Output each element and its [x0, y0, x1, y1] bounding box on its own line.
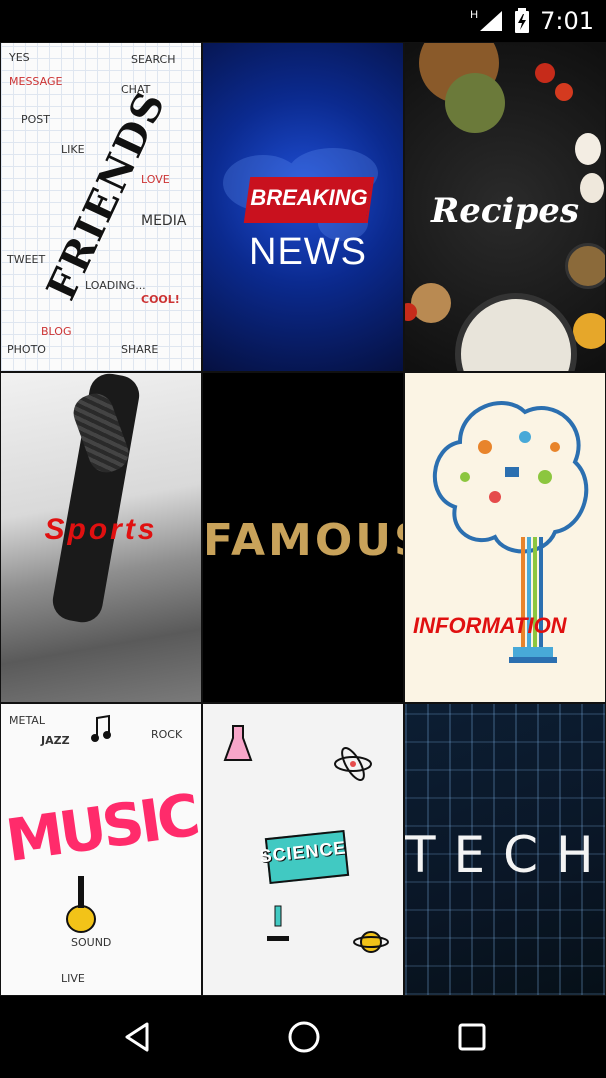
status-bar: H 7:01	[0, 0, 606, 42]
tile-friends[interactable]: YES MESSAGE CHAT SEARCH POST LIKE MEDIA …	[0, 42, 202, 372]
doodle-text: SHARE	[121, 343, 159, 356]
doodle-text: BLOG	[41, 325, 72, 338]
doodle-text: LOADING...	[85, 279, 146, 292]
yolk-bowl-graphic	[573, 313, 605, 349]
back-button[interactable]	[112, 1012, 162, 1062]
spice-bowl-graphic	[411, 283, 451, 323]
home-icon	[288, 1021, 320, 1053]
doodle-text: SEARCH	[131, 53, 176, 66]
spice-bowl-graphic	[565, 243, 605, 289]
atom-icon	[334, 747, 372, 781]
music-note-icon	[91, 714, 111, 742]
tile-recipes[interactable]: Recipes	[404, 42, 606, 372]
tomato-graphic	[535, 63, 555, 83]
battery-charging-icon	[515, 8, 530, 33]
doodle-text: YES	[9, 51, 30, 64]
doodle-text: METAL	[9, 714, 45, 727]
tomato-graphic	[555, 83, 573, 101]
doodle-text: MEDIA	[141, 213, 187, 229]
tile-information-label: INFORMATION	[413, 613, 567, 638]
back-icon	[125, 1022, 149, 1052]
planet-icon	[353, 931, 389, 953]
guitar-icon	[66, 876, 96, 933]
category-grid: YES MESSAGE CHAT SEARCH POST LIKE MEDIA …	[0, 42, 606, 996]
tile-news-label-news: NEWS	[249, 231, 367, 273]
tomato-graphic	[405, 303, 417, 321]
microscope-icon	[267, 905, 289, 941]
doodle-text: PHOTO	[7, 343, 46, 356]
doodle-text: LOVE	[141, 173, 170, 186]
tile-sports-label: Sports	[44, 513, 158, 546]
tile-science[interactable]: SCIENCE	[202, 703, 404, 996]
tile-news[interactable]: BREAKING NEWS	[202, 42, 404, 372]
doodle-text: LIVE	[61, 972, 85, 985]
doodle-text: COOL!	[141, 293, 180, 306]
tile-sports[interactable]: Sports	[0, 372, 202, 703]
tile-news-label-breaking: BREAKING	[250, 185, 368, 210]
tile-music[interactable]: METAL JAZZ ROCK SOUND LIVE MUSIC	[0, 703, 202, 996]
navigation-bar	[0, 996, 606, 1078]
egg-graphic	[575, 133, 601, 165]
doodle-text: ROCK	[151, 728, 183, 741]
network-type: H	[470, 9, 479, 21]
signal-icon	[480, 11, 503, 31]
tile-tech-label: TECH	[405, 826, 606, 884]
home-button[interactable]	[279, 1012, 329, 1062]
recents-icon	[458, 1023, 486, 1051]
clock: 7:01	[540, 7, 594, 35]
greens-graphic	[445, 73, 505, 133]
flask-icon	[223, 725, 253, 761]
doodle-text: SOUND	[71, 936, 112, 949]
doodle-text: TWEET	[7, 253, 46, 266]
tile-music-label: MUSIC	[1, 781, 201, 875]
tile-friends-label: FRIENDS	[37, 83, 176, 308]
recents-button[interactable]	[447, 1012, 497, 1062]
brain-tree-graphic	[432, 401, 589, 663]
doodle-text: MESSAGE	[9, 75, 63, 88]
tile-famous[interactable]: FAMOUS	[202, 372, 404, 703]
tile-tech[interactable]: TECH	[404, 703, 606, 996]
tile-famous-label: FAMOUS	[203, 515, 403, 566]
tile-recipes-label: Recipes	[430, 191, 580, 231]
doodle-text: POST	[21, 113, 50, 126]
doodle-text: JAZZ	[41, 734, 70, 747]
tile-information[interactable]: INFORMATION	[404, 372, 606, 703]
doodle-text: LIKE	[61, 143, 85, 156]
flour-bowl-graphic	[455, 293, 577, 371]
